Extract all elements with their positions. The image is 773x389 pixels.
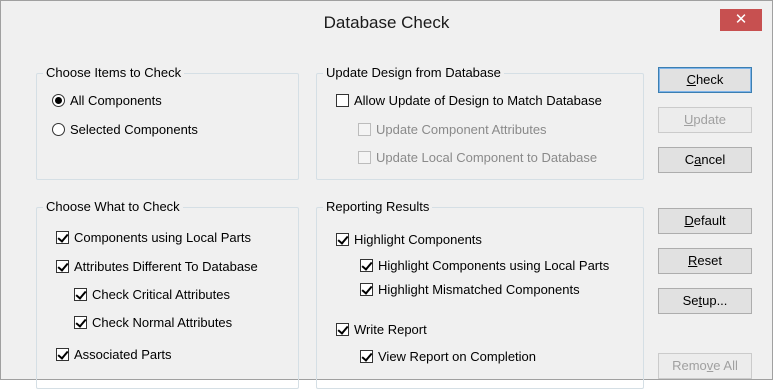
- mnemonic: C: [686, 72, 696, 87]
- checkbox-label: Highlight Components: [354, 232, 482, 247]
- highlight-components-checkbox[interactable]: Highlight Components: [336, 232, 482, 247]
- checkbox-checked[interactable]: [360, 350, 373, 363]
- button-label: C: [684, 152, 695, 167]
- checkbox-label: Associated Parts: [74, 347, 172, 362]
- checkbox-checked[interactable]: [56, 348, 69, 361]
- checkbox-checked[interactable]: [56, 231, 69, 244]
- checkbox-disabled: [358, 123, 371, 136]
- checkbox-checked[interactable]: [360, 259, 373, 272]
- update-attributes-checkbox: Update Component Attributes: [358, 122, 547, 137]
- checkbox-checked[interactable]: [360, 283, 373, 296]
- button-label: Remo: [672, 358, 707, 373]
- checkbox-label: Allow Update of Design to Match Database: [354, 93, 602, 108]
- close-icon: ✕: [734, 11, 748, 28]
- radio-label: Selected Components: [70, 122, 198, 137]
- local-parts-checkbox[interactable]: Components using Local Parts: [56, 230, 251, 245]
- highlight-local-parts-checkbox[interactable]: Highlight Components using Local Parts: [360, 258, 609, 273]
- radio-button[interactable]: [52, 123, 65, 136]
- highlight-mismatched-checkbox[interactable]: Highlight Mismatched Components: [360, 282, 580, 297]
- button-label: ncel: [701, 152, 726, 167]
- checkbox-checked[interactable]: [56, 260, 69, 273]
- view-report-checkbox[interactable]: View Report on Completion: [360, 349, 536, 364]
- critical-attributes-checkbox[interactable]: Check Critical Attributes: [74, 287, 230, 302]
- checkbox-label: Highlight Mismatched Components: [378, 282, 580, 297]
- mnemonic: R: [688, 253, 698, 268]
- update-design-legend: Update Design from Database: [323, 65, 504, 80]
- checkbox-checked[interactable]: [74, 316, 87, 329]
- close-button[interactable]: ✕: [720, 9, 762, 31]
- remove-all-button: Remove All: [658, 353, 752, 379]
- normal-attributes-checkbox[interactable]: Check Normal Attributes: [74, 315, 232, 330]
- checkbox-label: Update Component Attributes: [376, 122, 547, 137]
- radio-all-components[interactable]: All Components: [52, 93, 162, 108]
- checkbox-label: Components using Local Parts: [74, 230, 252, 245]
- update-local-checkbox: Update Local Component to Database: [358, 150, 597, 165]
- checkbox-label: Check Critical Attributes: [92, 287, 230, 302]
- button-label: heck: [695, 72, 724, 87]
- check-button[interactable]: Check: [658, 67, 752, 93]
- checkbox-label: Attributes Different To Database: [74, 259, 258, 274]
- checkbox-disabled: [358, 151, 371, 164]
- button-label: efault: [693, 213, 726, 228]
- window-title: Database Check: [323, 13, 450, 32]
- checkbox-label: Write Report: [354, 322, 427, 337]
- associated-parts-checkbox[interactable]: Associated Parts: [56, 347, 172, 362]
- items-to-check-legend: Choose Items to Check: [43, 65, 185, 80]
- default-button[interactable]: Default: [658, 208, 752, 234]
- radio-label: All Components: [70, 93, 162, 108]
- button-label: up...: [702, 293, 728, 308]
- checkbox-label: View Report on Completion: [378, 349, 537, 364]
- radio-selected-components[interactable]: Selected Components: [52, 122, 198, 137]
- write-report-checkbox[interactable]: Write Report: [336, 322, 427, 337]
- radio-button-selected[interactable]: [52, 94, 65, 107]
- mnemonic: D: [684, 213, 694, 228]
- checkbox-label: Check Normal Attributes: [92, 315, 233, 330]
- checkbox[interactable]: [336, 94, 349, 107]
- checkbox-label: Update Local Component to Database: [376, 150, 598, 165]
- checkbox-checked[interactable]: [336, 233, 349, 246]
- cancel-button[interactable]: Cancel: [658, 147, 752, 173]
- title-bar: Database Check ✕: [1, 1, 772, 43]
- update-button: Update: [658, 107, 752, 133]
- reset-button[interactable]: Reset: [658, 248, 752, 274]
- checkbox-checked[interactable]: [336, 323, 349, 336]
- button-label: eset: [697, 253, 722, 268]
- checkbox-label: Highlight Components using Local Parts: [378, 258, 610, 273]
- button-label: pdate: [693, 112, 726, 127]
- button-label: e All: [713, 358, 738, 373]
- setup-button[interactable]: Setup...: [658, 288, 752, 314]
- checkbox-checked[interactable]: [74, 288, 87, 301]
- allow-update-checkbox[interactable]: Allow Update of Design to Match Database: [336, 93, 602, 108]
- button-label: Se: [682, 293, 699, 308]
- what-to-check-legend: Choose What to Check: [43, 199, 183, 214]
- reporting-legend: Reporting Results: [323, 199, 433, 214]
- database-check-dialog: Database Check ✕ Choose Items to Check A…: [0, 0, 773, 389]
- attributes-different-checkbox[interactable]: Attributes Different To Database: [56, 259, 258, 274]
- mnemonic: U: [684, 112, 694, 127]
